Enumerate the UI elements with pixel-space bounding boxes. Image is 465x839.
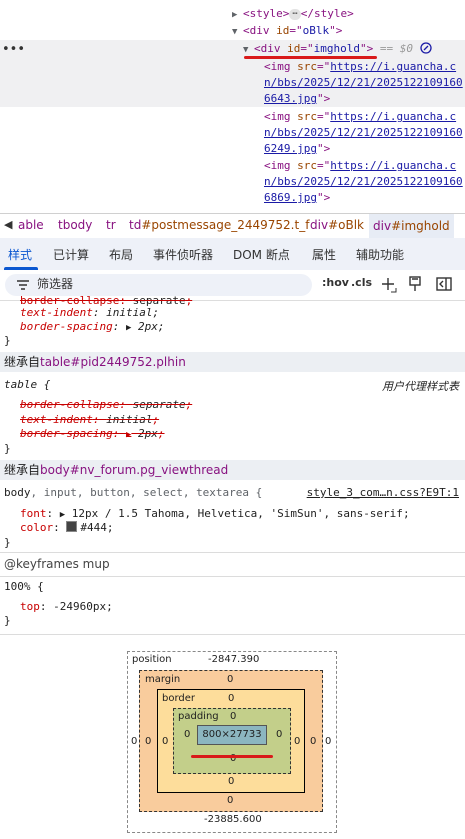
img-3-url-line-2[interactable]: n/bbs/2025/12/21/2025122109160	[264, 174, 463, 190]
cls-button[interactable]: .cls	[351, 276, 372, 289]
img-2-url-line-2[interactable]: n/bbs/2025/12/21/2025122109160	[264, 125, 463, 141]
position-top-value[interactable]: -2847.390	[208, 654, 259, 665]
position-label: position	[132, 654, 172, 665]
element-state-icon[interactable]	[409, 276, 421, 292]
expand-triangle-icon[interactable]: ▶	[232, 7, 243, 23]
inherited-from-header: 继承自table#pid2449752.plhin	[0, 352, 465, 372]
style-declaration[interactable]: text-indent: initial;	[20, 413, 159, 427]
border-label: border	[162, 693, 196, 704]
box-model-padding: padding 0 0 0 0 800×27733	[173, 708, 291, 774]
img-1-url-line-3[interactable]: 6643.jpg">	[264, 91, 330, 107]
keyframes-header: @keyframes mup	[4, 557, 110, 571]
style-declaration[interactable]: top: -24960px;	[20, 600, 113, 614]
style-declaration[interactable]: text-indent: initial;	[20, 306, 159, 320]
position-left-value[interactable]: 0	[131, 736, 137, 747]
style-declaration[interactable]: font: ▶ 12px / 1.5 Tahoma, Helvetica, 'S…	[20, 507, 410, 522]
style-declaration[interactable]: border-collapse: separate;	[20, 398, 192, 412]
dom-node-div-oblk[interactable]: ▼ <div id="oBlk">	[232, 23, 342, 40]
dom-node-style[interactable]: ▶ <style> ⋯ </style>	[232, 6, 354, 23]
margin-left-value[interactable]: 0	[145, 736, 151, 747]
tab-dom-breakpoints[interactable]: DOM 断点	[233, 246, 290, 263]
box-model-border: border 0 0 0 0 padding 0 0 0 0 800×27733	[157, 689, 305, 793]
oblk-id-value: oBlk	[302, 24, 330, 37]
img-src-link[interactable]: https://i.guancha.c	[330, 159, 456, 172]
more-options-icon[interactable]: •••	[2, 42, 25, 57]
breadcrumb-item-tbody[interactable]: tbody	[58, 218, 92, 232]
tab-computed[interactable]: 已计算	[53, 246, 89, 263]
margin-top-value[interactable]: 0	[227, 674, 233, 685]
img-src-link[interactable]: https://i.guancha.c	[330, 110, 456, 123]
box-model-margin: margin 0 0 0 0 border 0 0 0 0 padding 0 …	[139, 670, 323, 812]
elements-dom-tree: ▶ <style> ⋯ </style> ▼ <div id="oBlk"> ••• ▼…	[0, 0, 465, 213]
scroll-left-icon[interactable]: ◀	[4, 218, 12, 231]
tab-event-listeners[interactable]: 事件侦听器	[153, 246, 213, 263]
dom-node-img-1[interactable]: <img src="https://i.guancha.c	[264, 59, 456, 75]
breadcrumb: ◀ able tbody tr td#postmessage_2449752.t…	[0, 213, 465, 238]
dom-node-img-2[interactable]: <img src="https://i.guancha.c	[264, 109, 456, 125]
new-style-rule-icon[interactable]	[381, 277, 397, 293]
divider	[0, 634, 465, 635]
hov-button[interactable]: :hov	[322, 276, 349, 289]
rule-close-brace: }	[4, 334, 11, 347]
divider	[0, 576, 465, 577]
rule-close-brace: }	[4, 442, 11, 455]
margin-bottom-value[interactable]: 0	[227, 795, 233, 806]
user-agent-stylesheet-label: 用户代理样式表	[382, 380, 459, 393]
tab-layout[interactable]: 布局	[109, 246, 133, 263]
padding-left-value[interactable]: 0	[184, 729, 190, 740]
dollar-zero-hint: == $0	[379, 42, 413, 55]
ua-rule-selector: table {	[4, 378, 51, 391]
keyframe-selector: 100% {	[4, 580, 44, 593]
tab-properties[interactable]: 属性	[312, 246, 336, 263]
style-open-tag: <style>	[243, 7, 290, 20]
border-bottom-value[interactable]: 0	[228, 776, 234, 787]
filter-icon	[17, 280, 29, 290]
style-declaration[interactable]: border-spacing: ▶ 2px;	[20, 320, 165, 335]
img-src-link[interactable]: https://i.guancha.c	[330, 60, 456, 73]
margin-label: margin	[145, 674, 181, 685]
breadcrumb-item-table[interactable]: able	[18, 218, 44, 232]
accessibility-badge-icon[interactable]	[419, 42, 432, 54]
tab-accessibility[interactable]: 辅助功能	[356, 246, 404, 263]
breadcrumb-item-div-imghold[interactable]: div#imghold	[369, 214, 454, 238]
collapse-triangle-icon[interactable]: ▼	[232, 24, 243, 40]
breadcrumb-item-td[interactable]: td#postmessage_2449752.t_f	[129, 218, 309, 232]
annotation-underline	[191, 755, 273, 758]
imghold-id-value: imghold	[313, 42, 360, 55]
filter-field[interactable]	[5, 274, 312, 296]
position-bottom-value[interactable]: -23885.600	[204, 814, 262, 825]
body-rule-selector: body, input, button, select, textarea {	[4, 486, 263, 499]
collapsed-ellipsis-icon[interactable]: ⋯	[289, 8, 301, 20]
border-left-value[interactable]: 0	[162, 736, 168, 747]
border-top-value[interactable]: 0	[228, 693, 234, 704]
filter-input[interactable]	[37, 277, 297, 291]
box-model-diagram: position -2847.390 0 0 -23885.600 margin…	[127, 651, 337, 833]
divider	[0, 552, 465, 553]
inherited-from-header: 继承自body#nv_forum.pg_viewthread	[0, 460, 465, 480]
rule-close-brace: }	[4, 614, 11, 627]
rule-close-brace: }	[4, 536, 11, 549]
sidebar-tabs: 样式 已计算 布局 事件侦听器 DOM 断点 属性 辅助功能	[0, 238, 465, 270]
breadcrumb-item-tr[interactable]: tr	[106, 218, 116, 232]
margin-right-value[interactable]: 0	[310, 736, 316, 747]
style-declaration[interactable]: border-spacing: ▶ 2px;	[20, 427, 165, 442]
style-close-tag: </style>	[300, 7, 354, 20]
dom-node-img-3[interactable]: <img src="https://i.guancha.c	[264, 158, 456, 174]
padding-top-value[interactable]: 0	[230, 711, 236, 722]
img-1-url-line-2[interactable]: n/bbs/2025/12/21/2025122109160	[264, 75, 463, 91]
border-right-value[interactable]: 0	[294, 736, 300, 747]
breadcrumb-item-div-oblk[interactable]: div#oBlk	[310, 218, 364, 232]
position-right-value[interactable]: 0	[325, 736, 331, 747]
style-declaration[interactable]: color: #444;	[20, 521, 114, 535]
color-swatch-icon[interactable]	[66, 521, 78, 532]
padding-label: padding	[178, 711, 219, 722]
tab-styles[interactable]: 样式	[8, 246, 32, 263]
toggle-sidebar-icon[interactable]	[436, 277, 452, 291]
img-3-url-line-3[interactable]: 6869.jpg">	[264, 190, 330, 206]
stylesheet-source-link[interactable]: style_3_com…n.css?E9T:1	[307, 486, 459, 499]
box-model-content[interactable]: 800×27733	[197, 725, 267, 745]
img-2-url-line-3[interactable]: 6249.jpg">	[264, 141, 330, 157]
padding-right-value[interactable]: 0	[276, 729, 282, 740]
